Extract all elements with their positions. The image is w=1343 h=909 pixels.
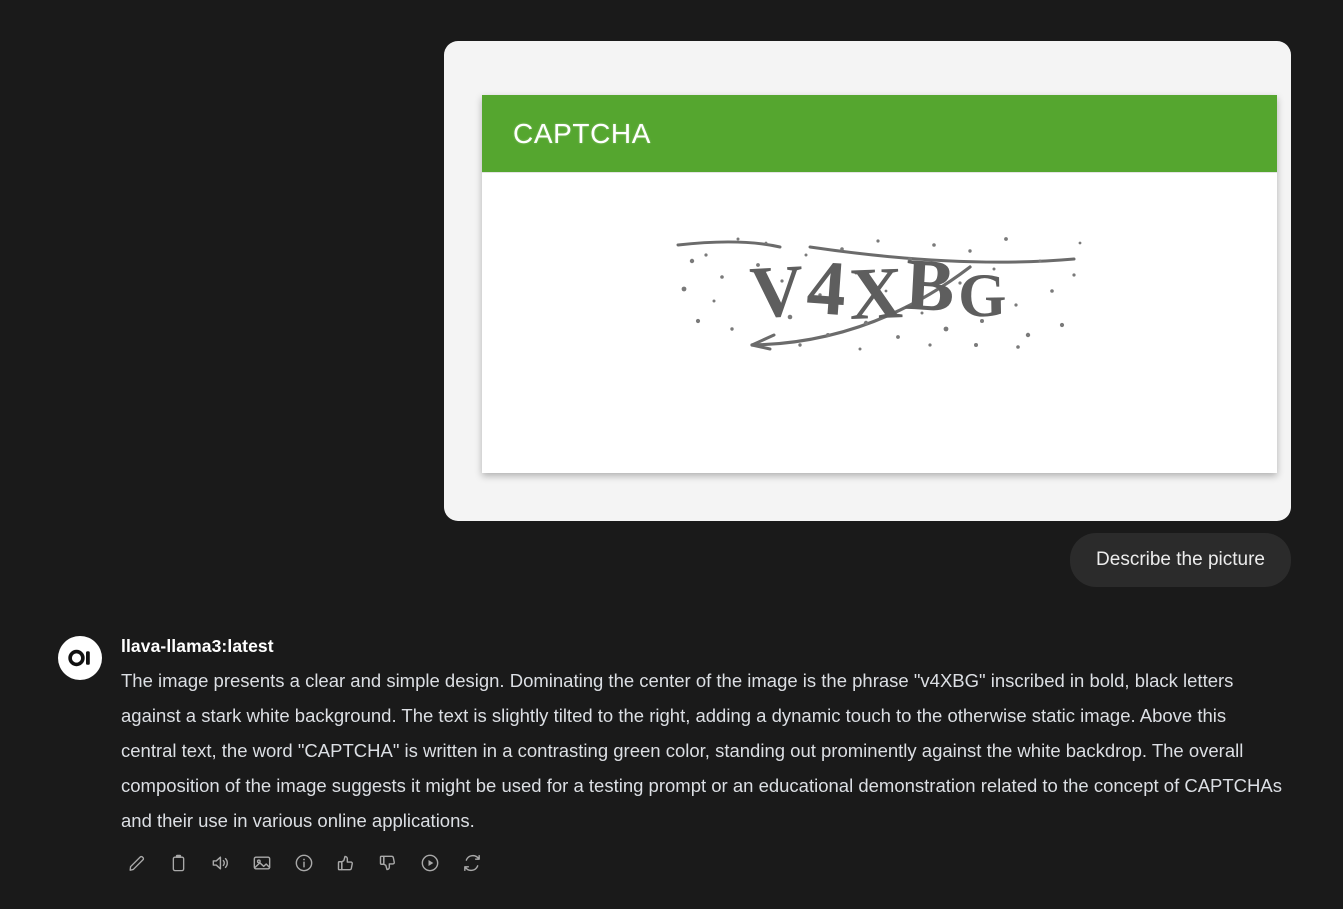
captcha-header: CAPTCHA	[482, 95, 1277, 172]
captcha-challenge-image: V4XBG	[670, 225, 1090, 355]
message-action-toolbar	[123, 850, 1288, 876]
captcha-char-0: V	[748, 249, 809, 334]
captcha-widget: CAPTCHA V 4 X B G	[482, 95, 1277, 473]
captcha-body: V4XBG	[482, 172, 1277, 473]
read-aloud-icon[interactable]	[207, 850, 233, 876]
user-message-bubble[interactable]: Describe the picture	[1070, 533, 1291, 587]
avatar	[58, 636, 102, 680]
captcha-char-2: X	[847, 251, 907, 336]
captcha-char-1: 4	[803, 242, 852, 333]
continue-response-icon[interactable]	[417, 850, 443, 876]
user-attached-image-card[interactable]: CAPTCHA V 4 X B G	[444, 41, 1291, 521]
edit-icon[interactable]	[123, 850, 149, 876]
info-icon[interactable]	[291, 850, 317, 876]
thumbs-down-icon[interactable]	[375, 850, 401, 876]
thumbs-up-icon[interactable]	[333, 850, 359, 876]
generate-image-icon[interactable]	[249, 850, 275, 876]
assistant-model-name: llava-llama3:latest	[121, 636, 274, 656]
chat-conversation-root: CAPTCHA V 4 X B G Describe the picture l…	[0, 0, 1343, 909]
captcha-code-text: V4XBG	[670, 225, 1090, 355]
copy-icon[interactable]	[165, 850, 191, 876]
captcha-header-title: CAPTCHA	[513, 117, 651, 149]
ollama-logo-icon	[68, 649, 90, 667]
captcha-char-4: G	[957, 261, 1010, 330]
assistant-message: llava-llama3:latest The image presents a…	[58, 636, 1288, 876]
assistant-body: llava-llama3:latest The image presents a…	[121, 636, 1288, 876]
captcha-char-3: B	[903, 243, 960, 328]
regenerate-icon[interactable]	[459, 850, 485, 876]
assistant-response-text: The image presents a clear and simple de…	[121, 670, 1282, 831]
